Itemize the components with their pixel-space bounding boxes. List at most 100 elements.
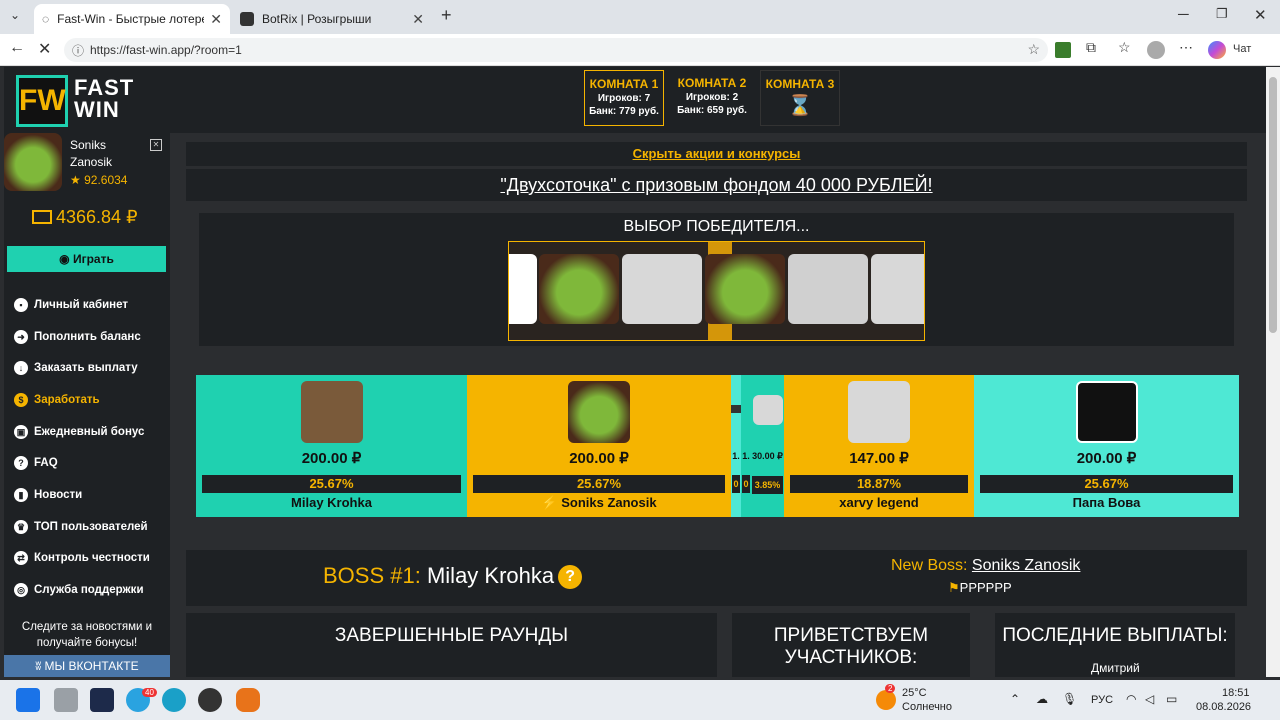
- menu-item-cabinet[interactable]: ▪ Личный кабинет: [14, 289, 170, 321]
- arrow-down-icon: ↓: [14, 361, 28, 376]
- windows-start-icon[interactable]: [16, 688, 40, 712]
- volume-icon[interactable]: ◁: [1145, 692, 1154, 706]
- play-button[interactable]: ◉ Играть: [7, 246, 166, 272]
- app-icon[interactable]: [90, 688, 114, 712]
- main-content: Скрыть акции и конкурсы "Двухсоточка" с …: [170, 133, 1266, 677]
- menu-item-news[interactable]: ▮ Новости: [14, 479, 170, 511]
- menu-item-top-users[interactable]: ♛ ТОП пользователей: [14, 511, 170, 543]
- edge-icon[interactable]: [162, 688, 186, 712]
- close-tab-icon[interactable]: ✕: [412, 11, 424, 28]
- battery-icon[interactable]: ▭: [1166, 692, 1177, 706]
- microphone-app-icon[interactable]: [236, 688, 260, 712]
- close-window-icon[interactable]: ✕: [1254, 6, 1267, 24]
- page-scrollbar[interactable]: [1266, 67, 1280, 677]
- file-explorer-icon[interactable]: [54, 688, 78, 712]
- new-boss: New Boss: Soniks Zanosik: [891, 557, 1080, 575]
- menu-item-deposit[interactable]: ➜ Пополнить баланс: [14, 321, 170, 353]
- favorites-icon[interactable]: ☆: [1118, 39, 1131, 56]
- roulette-avatar: [788, 254, 868, 324]
- room-selector: КОМНАТА 1 Игроков: 7 Банк: 779 руб. КОМН…: [584, 70, 840, 126]
- new-tab-button[interactable]: +: [441, 5, 452, 26]
- menu-item-support[interactable]: ◎ Служба поддержки: [14, 574, 170, 606]
- chat-button[interactable]: Чат: [1233, 43, 1251, 55]
- briefcase-icon: ▪: [14, 297, 28, 312]
- room-bank: Банк: 659 руб.: [677, 105, 747, 116]
- favorite-star-icon[interactable]: ☆: [1027, 41, 1040, 58]
- vk-button[interactable]: ʬ МЫ ВКОНТАКТЕ: [4, 655, 170, 677]
- tab-list-icon[interactable]: ⌄: [10, 8, 20, 22]
- wifi-icon[interactable]: ◠: [1126, 692, 1136, 706]
- menu-item-fairness[interactable]: ⇄ Контроль честности: [14, 543, 170, 575]
- user-avatar[interactable]: [4, 133, 62, 191]
- menu-label: ТОП пользователей: [34, 520, 148, 533]
- participant-card[interactable]: 1. 0: [741, 375, 751, 517]
- participant-card[interactable]: 200.00 ₽ 25.67% Папа Вова: [974, 375, 1239, 517]
- roulette-avatar: [509, 254, 537, 324]
- new-boss-link[interactable]: Soniks Zanosik: [972, 557, 1081, 574]
- cloud-icon[interactable]: ☁: [1036, 692, 1048, 706]
- participant-avatar: [300, 381, 363, 443]
- weather-icon[interactable]: [876, 690, 896, 710]
- panel-title: ПОСЛЕДНИЕ ВЫПЛАТЫ:: [1002, 625, 1228, 646]
- url-field[interactable]: ⓘ https://fast-win.app/?room=1 ☆: [64, 38, 1048, 62]
- menu-label: Ежедневный бонус: [34, 425, 145, 438]
- panel-title: ЗАВЕРШЕННЫЕ РАУНДЫ: [334, 625, 569, 646]
- participant-card[interactable]: 30.00 ₽ 3.85%: [751, 375, 784, 517]
- boss-name: Milay Krohka: [426, 563, 555, 588]
- mic-icon[interactable]: 🎙: [1062, 692, 1077, 706]
- menu-item-withdraw[interactable]: ↓ Заказать выплату: [14, 352, 170, 384]
- extensions-puzzle-icon[interactable]: ⧉: [1086, 39, 1096, 56]
- menu-item-faq[interactable]: ? FAQ: [14, 447, 170, 479]
- taskbar: 40 2 25°C Солнечно ⌃ ☁ 🎙 РУС ◠ ◁ ▭ 18:51…: [0, 680, 1280, 720]
- site-info-icon[interactable]: ⓘ: [72, 42, 84, 59]
- profile-icon[interactable]: [1147, 41, 1165, 59]
- balance: 4366.84 ₽: [32, 207, 138, 228]
- participant-card[interactable]: 147.00 ₽ 18.87% xarvy legend: [784, 375, 974, 517]
- logo-text: FAST WIN: [74, 75, 135, 122]
- menu-item-daily-bonus[interactable]: ▣ Ежедневный бонус: [14, 416, 170, 448]
- participant-amount: 200.00 ₽: [301, 450, 362, 467]
- new-boss-label: New Boss:: [891, 557, 968, 574]
- participant-amount: 200.00 ₽: [1076, 450, 1137, 467]
- participant-percent: 0: [742, 475, 750, 493]
- maximize-icon[interactable]: ❐: [1216, 6, 1228, 22]
- room-2-tab[interactable]: КОМНАТА 2 Игроков: 2 Банк: 659 руб.: [672, 70, 752, 126]
- promo-link[interactable]: "Двухсоточка" с призовым фондом 40 000 Р…: [500, 175, 932, 195]
- participant-name: ⚡ Soniks Zanosik: [541, 495, 657, 510]
- back-icon[interactable]: ←: [9, 39, 25, 57]
- room-title: КОМНАТА 3: [765, 77, 835, 91]
- user-name[interactable]: Soniks Zanosik: [70, 137, 140, 171]
- tray-chevron-icon[interactable]: ⌃: [1010, 692, 1020, 706]
- weather-badge: 2: [885, 684, 896, 693]
- close-square-icon[interactable]: ✕: [150, 139, 162, 151]
- language-indicator[interactable]: РУС: [1091, 694, 1113, 706]
- minimize-icon[interactable]: ─: [1178, 6, 1189, 23]
- logo-mark: FW: [16, 75, 68, 127]
- participant-percent: 3.85%: [752, 476, 783, 494]
- participant-card[interactable]: 200.00 ₽ 25.67% Milay Krohka: [196, 375, 467, 517]
- help-icon[interactable]: ?: [558, 565, 583, 590]
- tab-botrix[interactable]: BotRix | Розыгрыши ✕: [232, 4, 432, 34]
- tab-title: BotRix | Розыгрыши: [262, 12, 372, 26]
- extension-icon[interactable]: [1055, 42, 1071, 58]
- site-logo[interactable]: FW FAST WIN: [16, 75, 140, 127]
- room-title: КОМНАТА 1: [589, 77, 659, 91]
- close-tab-icon[interactable]: ✕: [210, 11, 222, 28]
- promo-bar: "Двухсоточка" с призовым фондом 40 000 Р…: [186, 169, 1247, 201]
- participant-card[interactable]: 200.00 ₽ 25.67% ⚡ Soniks Zanosik: [467, 375, 731, 517]
- obs-icon[interactable]: [198, 688, 222, 712]
- menu-item-earn[interactable]: $ Заработать: [14, 384, 170, 416]
- tab-fast-win[interactable]: ◌ Fast-Win - Быстрые лотереи! Ком ✕: [34, 4, 230, 34]
- clock-time[interactable]: 18:51: [1222, 687, 1250, 699]
- more-menu-icon[interactable]: ⋯: [1179, 39, 1193, 56]
- clock-date[interactable]: 08.08.2026: [1196, 701, 1251, 713]
- scrollbar-thumb[interactable]: [1269, 77, 1277, 333]
- stop-loading-icon[interactable]: ✕: [38, 39, 51, 59]
- gift-icon: ▣: [14, 424, 28, 439]
- site-viewport: FW FAST WIN КОМНАТА 1 Игроков: 7 Банк: 77…: [4, 67, 1266, 677]
- hide-promos-link[interactable]: Скрыть акции и конкурсы: [633, 146, 801, 161]
- room-1-tab[interactable]: КОМНАТА 1 Игроков: 7 Банк: 779 руб.: [584, 70, 664, 126]
- copilot-icon[interactable]: [1208, 41, 1226, 59]
- participant-card[interactable]: 1. 0: [731, 375, 741, 517]
- room-3-tab[interactable]: КОМНАТА 3 ⌛: [760, 70, 840, 126]
